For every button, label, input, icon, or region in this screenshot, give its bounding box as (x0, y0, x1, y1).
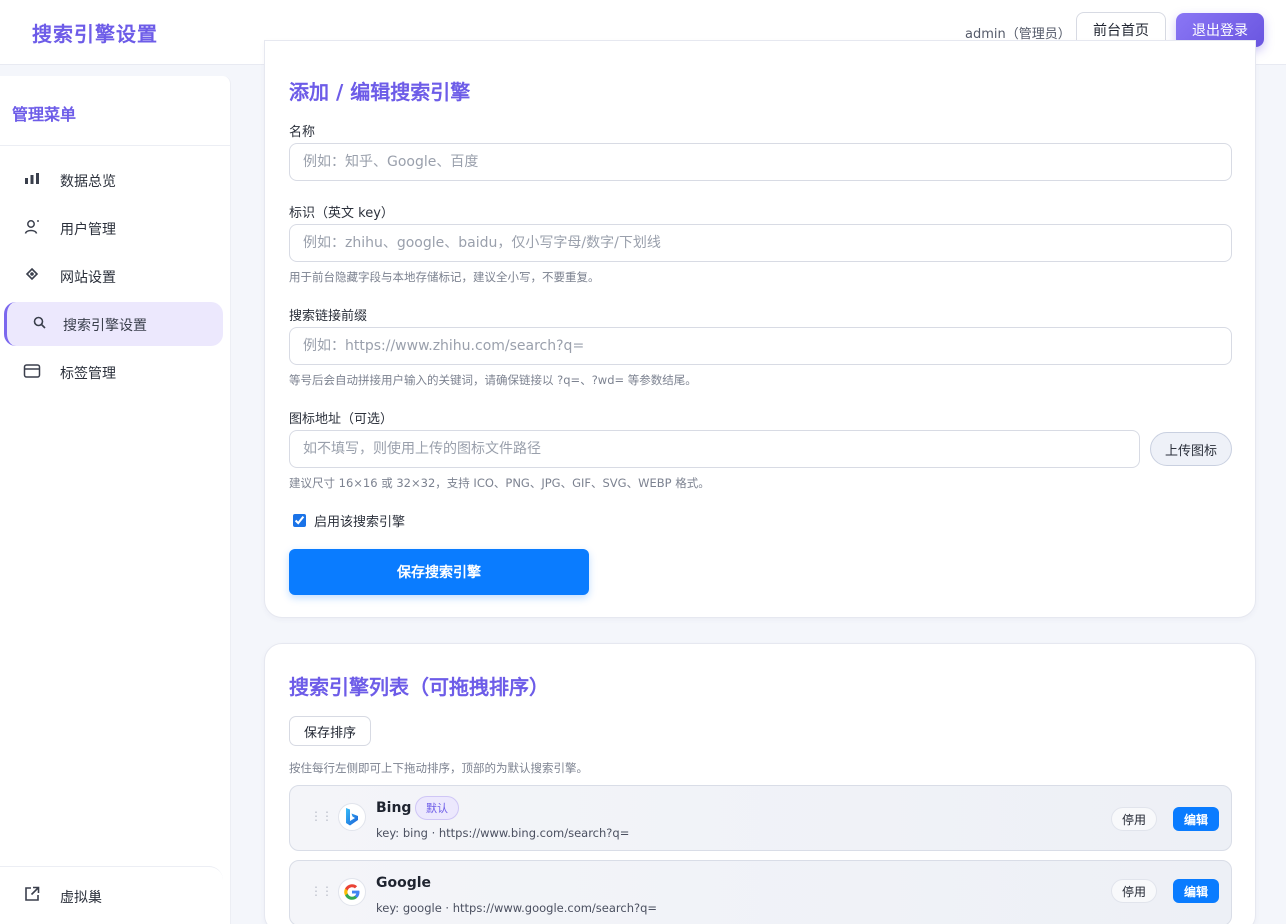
sidebar-item-tags[interactable]: 标签管理 (0, 350, 231, 394)
user-icon (24, 220, 39, 234)
name-input[interactable] (289, 143, 1232, 181)
sidebar-bottom-label: 虚拟巢 (60, 890, 102, 906)
table-row[interactable]: ⋮⋮ Bing 默认 key: bing · https://www.bing.… (289, 785, 1232, 851)
sidebar-item-label: 数据总览 (60, 174, 116, 190)
key-label: 标识（英文 key） (289, 206, 394, 221)
sidebar-item-label: 用户管理 (60, 222, 116, 238)
list-hint: 按住每行左侧即可上下拖动排序，顶部的为默认搜索引擎。 (289, 761, 588, 775)
sidebar-item-users[interactable]: 用户管理 (0, 206, 231, 250)
form-title: 添加 / 编辑搜索引擎 (289, 80, 471, 104)
sidebar-external-link[interactable]: 虚拟巢 (0, 866, 223, 924)
url-input[interactable] (289, 327, 1232, 365)
drag-handle-icon[interactable]: ⋮⋮ (310, 885, 333, 897)
settings-icon (25, 267, 39, 281)
key-hint: 用于前台隐藏字段与本地存储标记，建议全小写，不要重复。 (289, 270, 600, 284)
save-sort-button[interactable]: 保存排序 (289, 716, 371, 746)
sidebar: 管理菜单 数据总览 用户管理 网站设置 搜索引擎设置 标签管理 虚拟巢 (0, 76, 231, 924)
disable-button[interactable]: 停用 (1111, 807, 1157, 831)
page-title: 搜索引擎设置 (32, 22, 158, 46)
search-icon (33, 316, 46, 329)
engine-name: Google (376, 875, 432, 891)
engine-form-card: 添加 / 编辑搜索引擎 名称 标识（英文 key） 用于前台隐藏字段与本地存储标… (264, 40, 1256, 618)
engine-meta: key: bing · https://www.bing.com/search?… (376, 826, 630, 840)
sidebar-title: 管理菜单 (12, 105, 77, 124)
name-label: 名称 (289, 125, 316, 140)
save-engine-button[interactable]: 保存搜索引擎 (289, 549, 589, 595)
sidebar-divider (0, 145, 231, 146)
list-title: 搜索引擎列表（可拖拽排序） (289, 675, 549, 699)
bar-chart-icon (25, 173, 39, 184)
engine-list-card: 搜索引擎列表（可拖拽排序） 保存排序 按住每行左侧即可上下拖动排序，顶部的为默认… (264, 643, 1256, 924)
sidebar-item-label: 标签管理 (60, 366, 116, 382)
disable-button[interactable]: 停用 (1111, 879, 1157, 903)
enable-checkbox[interactable] (293, 514, 306, 527)
edit-button[interactable]: 编辑 (1173, 807, 1219, 831)
sidebar-item-search-engines[interactable]: 搜索引擎设置 (4, 302, 223, 346)
engine-name: Bing (376, 800, 412, 816)
table-row[interactable]: ⋮⋮ Google key: google · https://www.goog… (289, 860, 1232, 924)
bing-logo-icon (338, 803, 366, 831)
icon-url-input[interactable] (289, 430, 1140, 468)
edit-button[interactable]: 编辑 (1173, 879, 1219, 903)
external-link-icon (25, 886, 40, 901)
key-input[interactable] (289, 224, 1232, 262)
url-hint: 等号后会自动拼接用户输入的关键词，请确保链接以 ?q=、?wd= 等参数结尾。 (289, 373, 697, 387)
enable-checkbox-row[interactable]: 启用该搜索引擎 (293, 511, 405, 530)
drag-handle-icon[interactable]: ⋮⋮ (310, 810, 333, 822)
url-label: 搜索链接前缀 (289, 309, 368, 324)
icon-hint: 建议尺寸 16×16 或 32×32，支持 ICO、PNG、JPG、GIF、SV… (289, 476, 710, 490)
icon-url-label: 图标地址（可选） (289, 412, 394, 427)
enable-label: 启用该搜索引擎 (314, 515, 406, 530)
default-badge: 默认 (415, 796, 459, 820)
google-logo-icon (338, 878, 366, 906)
tag-card-icon (23, 364, 41, 378)
upload-icon-button[interactable]: 上传图标 (1150, 432, 1232, 466)
sidebar-item-site-settings[interactable]: 网站设置 (0, 254, 231, 298)
sidebar-item-label: 网站设置 (60, 270, 116, 286)
sidebar-item-dashboard[interactable]: 数据总览 (0, 158, 231, 202)
engine-meta: key: google · https://www.google.com/sea… (376, 901, 658, 915)
sidebar-item-label: 搜索引擎设置 (63, 318, 147, 334)
